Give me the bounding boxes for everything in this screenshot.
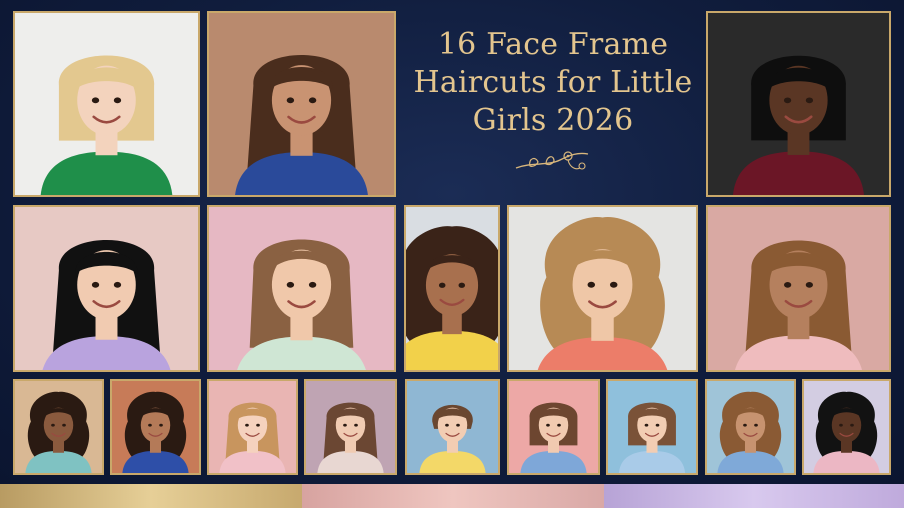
portrait-illustration [804,381,889,473]
photo-small-9 [802,379,891,475]
stripe-lavender [604,484,904,508]
photo-small-2 [110,379,201,475]
portrait-illustration [406,207,498,370]
photo-curly-yellow-top [404,205,500,372]
portrait-illustration [15,207,198,370]
photo-curly-coral-top [507,205,698,372]
title-line-3: Girls 2026 [472,103,634,138]
stripe-pink [302,484,604,508]
portrait-illustration [15,381,102,473]
photo-caramel-side-swept [706,205,891,372]
floral-flourish-icon [515,151,589,170]
photo-blonde-bob [13,11,200,197]
photo-long-brown-waves [207,11,396,197]
photo-small-5 [405,379,500,475]
page-title: 16 Face Frame Haircuts for Little Girls … [405,26,701,140]
photo-small-7 [606,379,698,475]
portrait-illustration [707,381,794,473]
portrait-illustration [407,381,498,473]
photo-small-1 [13,379,104,475]
photo-small-6 [507,379,600,475]
portrait-illustration [509,381,598,473]
portrait-illustration [306,381,395,473]
photo-small-4 [304,379,397,475]
portrait-illustration [708,13,889,195]
portrait-illustration [708,207,889,370]
title-line-1: 16 Face Frame [437,27,669,62]
portrait-illustration [15,13,198,195]
portrait-illustration [509,207,696,370]
portrait-illustration [209,207,394,370]
title-line-2: Haircuts for Little [413,65,693,100]
portrait-illustration [608,381,696,473]
portrait-illustration [112,381,199,473]
photo-sleek-black-bob [706,11,891,197]
photo-layered-cherry-blossom [207,205,396,372]
photo-small-8 [705,379,796,475]
portrait-illustration [209,381,296,473]
stripe-gold [0,484,302,508]
portrait-illustration [209,13,394,195]
photo-small-3 [207,379,298,475]
photo-long-black-bangs [13,205,200,372]
